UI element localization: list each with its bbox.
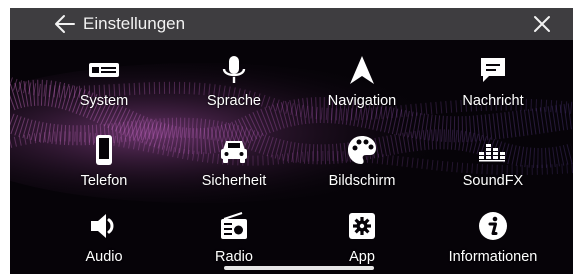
tile-nachricht[interactable]: Nachricht — [423, 40, 563, 114]
equalizer-icon — [477, 134, 509, 166]
speaker-icon — [88, 210, 120, 242]
close-icon[interactable] — [532, 14, 552, 34]
navigation-arrow-icon — [346, 54, 378, 86]
tile-label: App — [349, 249, 375, 265]
settings-grid: System Sprache Navigation Nachricht Tele… — [10, 40, 573, 274]
header-bar: Einstellungen — [10, 8, 573, 40]
page-title: Einstellungen — [83, 14, 186, 33]
tile-audio[interactable]: Audio — [34, 196, 174, 270]
home-indicator[interactable] — [224, 266, 374, 270]
tile-app[interactable]: App — [292, 196, 432, 270]
tile-label: Sicherheit — [201, 173, 267, 189]
palette-icon — [346, 134, 378, 166]
tile-bildschirm[interactable]: Bildschirm — [292, 120, 432, 194]
tile-label: SoundFX — [462, 173, 524, 189]
arrow-left-icon[interactable] — [54, 14, 76, 34]
tile-label: Audio — [85, 249, 123, 265]
tile-soundfx[interactable]: SoundFX — [423, 120, 563, 194]
tile-sprache[interactable]: Sprache — [164, 40, 304, 114]
tile-label: Navigation — [327, 93, 397, 109]
message-bubble-icon — [477, 54, 509, 86]
tile-label: Bildschirm — [328, 173, 396, 189]
smartphone-icon — [88, 134, 120, 166]
settings-screen: Einstellungen System Sprache Navigation … — [10, 8, 573, 274]
tile-sicherheit[interactable]: Sicherheit — [164, 120, 304, 194]
radio-icon — [218, 210, 250, 242]
car-icon — [218, 134, 250, 166]
head-unit-icon — [88, 54, 120, 86]
tile-system[interactable]: System — [34, 40, 174, 114]
info-icon — [477, 210, 509, 242]
tile-label: Radio — [215, 249, 253, 265]
tile-label: Informationen — [448, 249, 538, 265]
tile-informationen[interactable]: Informationen — [423, 196, 563, 270]
tile-navigation[interactable]: Navigation — [292, 40, 432, 114]
tile-label: System — [79, 93, 129, 109]
tile-telefon[interactable]: Telefon — [34, 120, 174, 194]
gear-icon — [346, 210, 378, 242]
tile-radio[interactable]: Radio — [164, 196, 304, 270]
microphone-icon — [218, 54, 250, 86]
tile-label: Telefon — [80, 173, 128, 189]
tile-label: Nachricht — [462, 93, 524, 109]
tile-label: Sprache — [206, 93, 261, 109]
